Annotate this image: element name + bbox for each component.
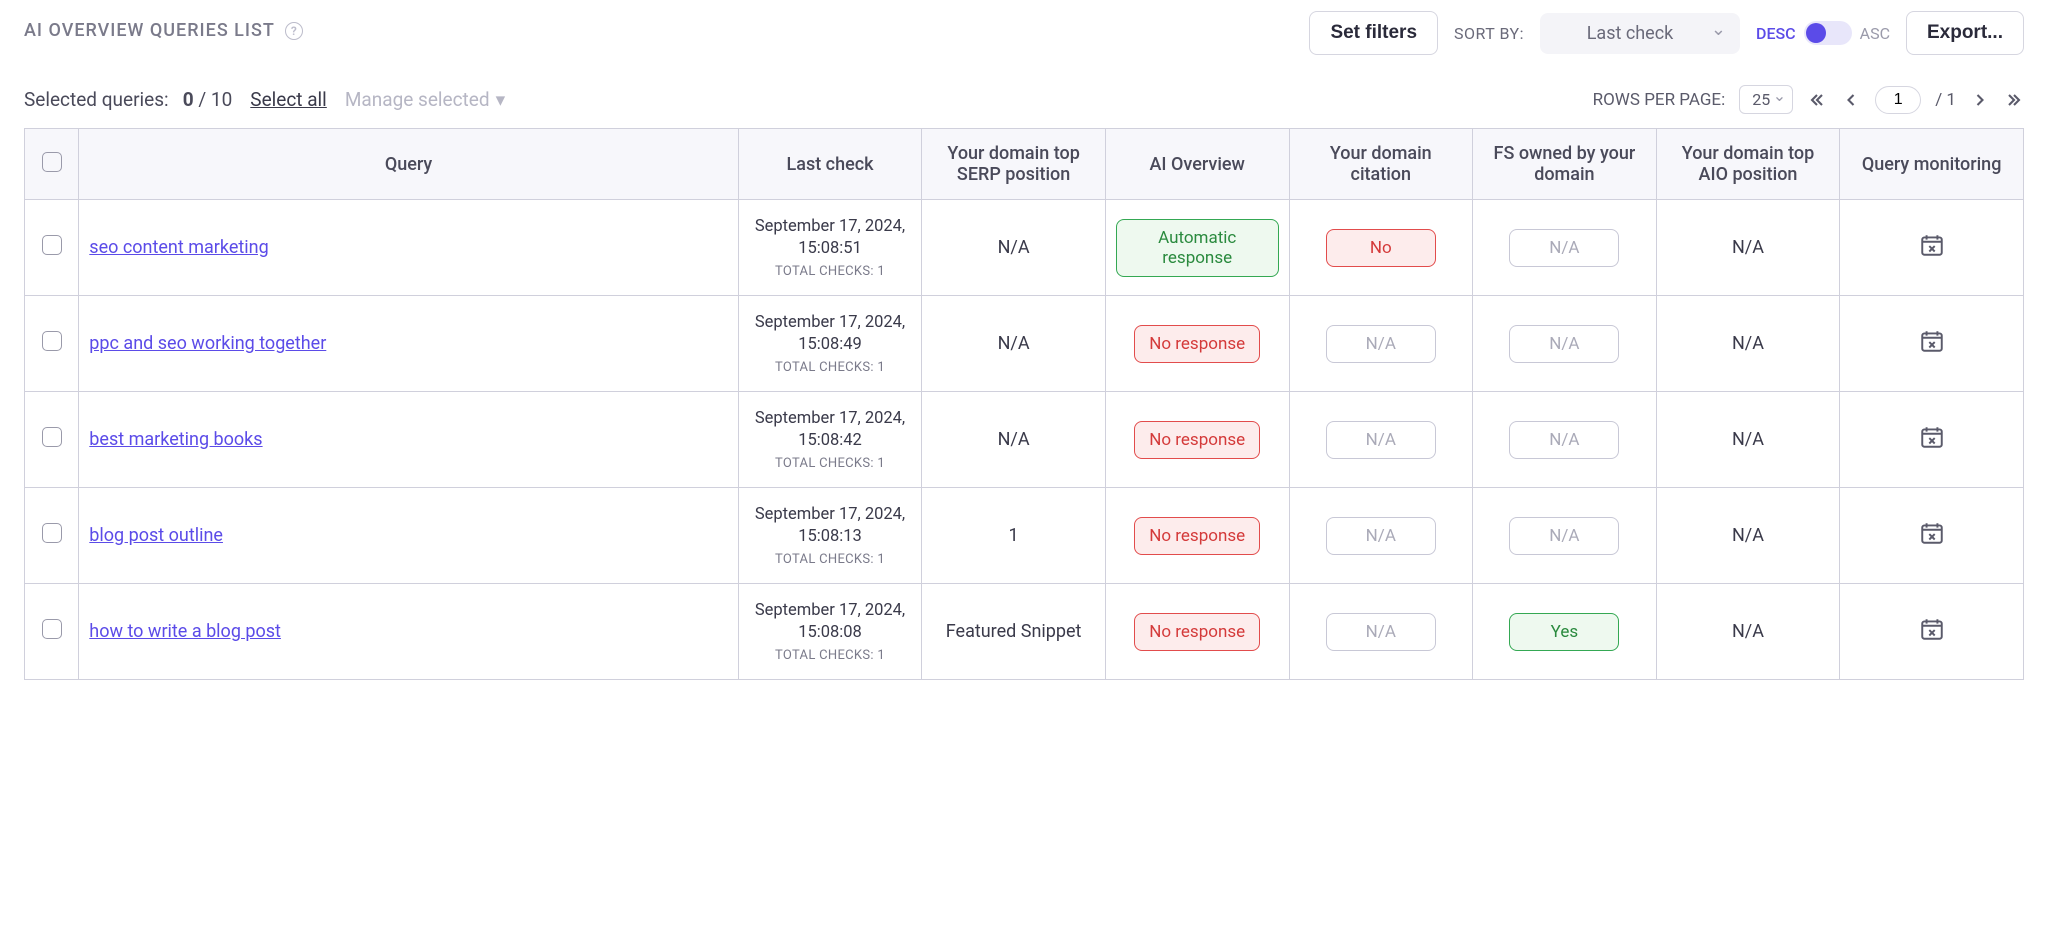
row-checkbox[interactable] — [42, 235, 62, 255]
help-icon[interactable]: ? — [285, 22, 303, 40]
serp-position: 1 — [1009, 525, 1019, 546]
selected-count: 0 — [183, 88, 194, 111]
citation-badge: No — [1326, 229, 1436, 267]
ai-overview-badge: No response — [1134, 325, 1260, 363]
ai-overview-badge: No response — [1134, 421, 1260, 459]
set-filters-button[interactable]: Set filters — [1309, 11, 1438, 55]
column-header-citation: Your domain citation — [1289, 129, 1473, 200]
page-title: AI OVERVIEW QUERIES LIST — [24, 20, 275, 41]
table-row: blog post outline September 17, 2024, 15:… — [25, 488, 2024, 584]
calendar-remove-icon[interactable] — [1919, 328, 1945, 354]
serp-position: Featured Snippet — [946, 621, 1082, 642]
last-check-date: September 17, 2024, 15:08:51 — [749, 216, 912, 261]
last-check-date: September 17, 2024, 15:08:49 — [749, 312, 912, 357]
row-checkbox[interactable] — [42, 331, 62, 351]
column-header-ai-overview: AI Overview — [1105, 129, 1289, 200]
table-row: best marketing books September 17, 2024, … — [25, 392, 2024, 488]
last-check-date: September 17, 2024, 15:08:42 — [749, 408, 912, 453]
row-checkbox[interactable] — [42, 523, 62, 543]
citation-badge: N/A — [1326, 325, 1436, 363]
sort-desc-label: DESC — [1756, 24, 1796, 43]
query-link[interactable]: seo content marketing — [89, 237, 268, 258]
queries-table: Query Last check Your domain top SERP po… — [24, 128, 2024, 680]
selected-label: Selected queries: — [24, 88, 169, 111]
calendar-remove-icon[interactable] — [1919, 232, 1945, 258]
citation-badge: N/A — [1326, 421, 1436, 459]
fs-badge: N/A — [1509, 229, 1619, 267]
query-link[interactable]: how to write a blog post — [89, 621, 281, 642]
sort-by-select[interactable]: Last check — [1540, 13, 1740, 54]
sort-direction-toggle[interactable] — [1804, 21, 1852, 45]
aio-position: N/A — [1732, 525, 1764, 546]
first-page-icon[interactable] — [1807, 90, 1827, 110]
serp-position: N/A — [998, 237, 1030, 258]
sort-by-label: SORT BY: — [1454, 24, 1524, 43]
column-header-monitoring: Query monitoring — [1840, 129, 2024, 200]
calendar-remove-icon[interactable] — [1919, 424, 1945, 450]
column-header-query: Query — [79, 129, 738, 200]
serp-position: N/A — [998, 333, 1030, 354]
last-page-icon[interactable] — [2004, 90, 2024, 110]
total-checks: TOTAL CHECKS: 1 — [749, 360, 912, 375]
total-checks: TOTAL CHECKS: 1 — [749, 648, 912, 663]
select-all-checkbox[interactable] — [42, 152, 62, 172]
rows-per-page-select[interactable]: 25 — [1739, 85, 1793, 114]
select-all-link[interactable]: Select all — [250, 88, 327, 111]
aio-position: N/A — [1732, 429, 1764, 450]
chevron-down-icon: ▾ — [496, 88, 506, 111]
column-header-last-check: Last check — [738, 129, 922, 200]
ai-overview-badge: No response — [1134, 613, 1260, 651]
manage-selected-dropdown[interactable]: Manage selected ▾ — [345, 88, 505, 111]
serp-position: N/A — [998, 429, 1030, 450]
column-header-fs: FS owned by your domain — [1473, 129, 1657, 200]
export-button[interactable]: Export... — [1906, 11, 2024, 55]
table-row: how to write a blog post September 17, 20… — [25, 584, 2024, 680]
next-page-icon[interactable] — [1970, 90, 1990, 110]
fs-badge: N/A — [1509, 517, 1619, 555]
table-row: ppc and seo working together September 17… — [25, 296, 2024, 392]
aio-position: N/A — [1732, 237, 1764, 258]
fs-badge: Yes — [1509, 613, 1619, 651]
query-link[interactable]: ppc and seo working together — [89, 333, 326, 354]
selected-total: / 10 — [198, 88, 232, 111]
row-checkbox[interactable] — [42, 619, 62, 639]
table-row: seo content marketing September 17, 2024,… — [25, 200, 2024, 296]
column-header-aio-position: Your domain top AIO position — [1656, 129, 1840, 200]
last-check-date: September 17, 2024, 15:08:13 — [749, 504, 912, 549]
ai-overview-badge: No response — [1134, 517, 1260, 555]
last-check-date: September 17, 2024, 15:08:08 — [749, 600, 912, 645]
ai-overview-badge: Automatic response — [1116, 219, 1279, 277]
rows-per-page-label: ROWS PER PAGE: — [1593, 90, 1726, 110]
total-checks: TOTAL CHECKS: 1 — [749, 552, 912, 567]
aio-position: N/A — [1732, 333, 1764, 354]
query-link[interactable]: best marketing books — [89, 429, 262, 450]
page-input[interactable] — [1875, 86, 1921, 114]
query-link[interactable]: blog post outline — [89, 525, 223, 546]
aio-position: N/A — [1732, 621, 1764, 642]
fs-badge: N/A — [1509, 325, 1619, 363]
citation-badge: N/A — [1326, 613, 1436, 651]
row-checkbox[interactable] — [42, 427, 62, 447]
total-checks: TOTAL CHECKS: 1 — [749, 264, 912, 279]
citation-badge: N/A — [1326, 517, 1436, 555]
column-header-serp: Your domain top SERP position — [922, 129, 1106, 200]
fs-badge: N/A — [1509, 421, 1619, 459]
total-checks: TOTAL CHECKS: 1 — [749, 456, 912, 471]
page-total: / 1 — [1935, 90, 1956, 110]
calendar-remove-icon[interactable] — [1919, 616, 1945, 642]
prev-page-icon[interactable] — [1841, 90, 1861, 110]
sort-asc-label: ASC — [1860, 24, 1890, 43]
calendar-remove-icon[interactable] — [1919, 520, 1945, 546]
